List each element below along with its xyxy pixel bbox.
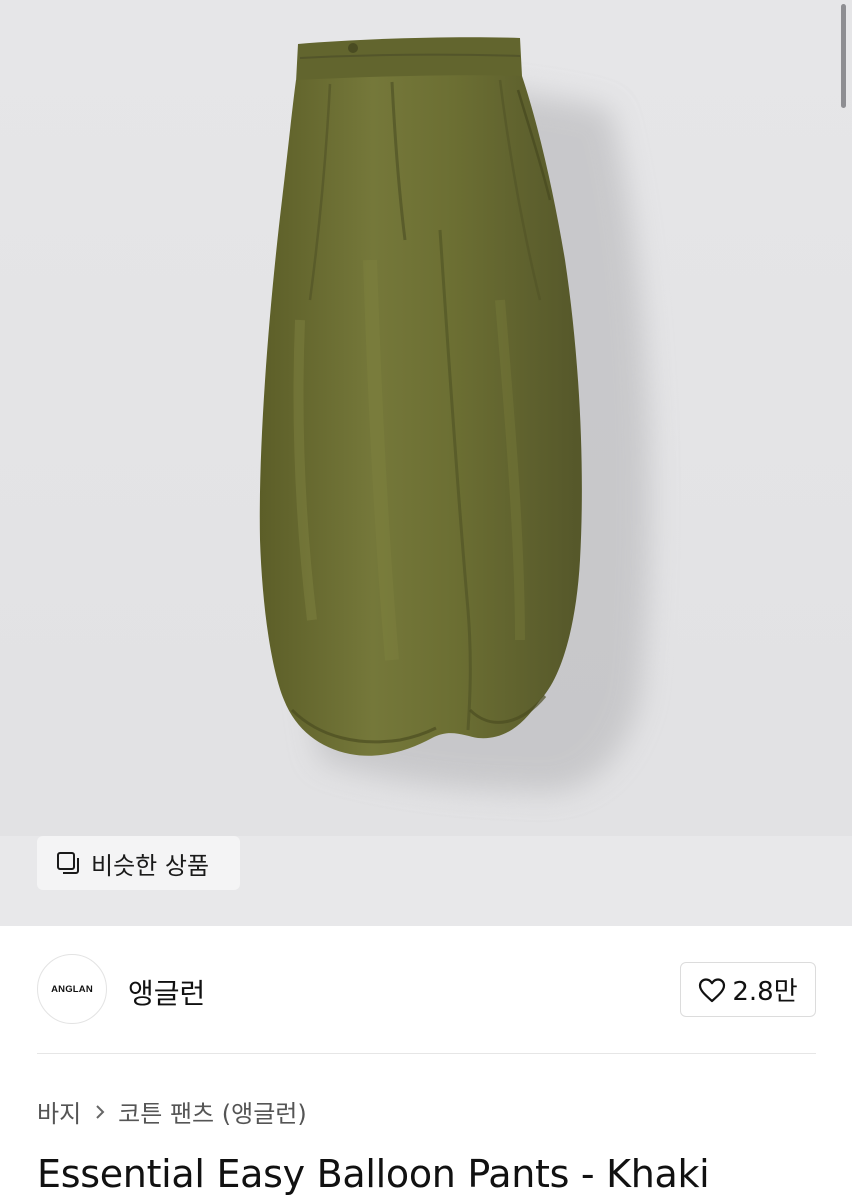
breadcrumb-item-subcategory[interactable]: 코튼 팬츠 (앵글런) bbox=[118, 1094, 307, 1129]
brand-row: ANGLAN 앵글런 2.8만 bbox=[37, 954, 816, 1026]
breadcrumb: 바지 코튼 팬츠 (앵글런) bbox=[37, 1094, 307, 1129]
product-title: Essential Easy Balloon Pants - Khaki bbox=[37, 1152, 710, 1196]
scrollbar[interactable] bbox=[841, 4, 846, 108]
heart-icon bbox=[699, 977, 726, 1002]
similar-products-label: 비슷한 상품 bbox=[91, 851, 210, 880]
breadcrumb-item-category[interactable]: 바지 bbox=[37, 1094, 81, 1129]
brand-logo-text: ANGLAN bbox=[51, 983, 93, 995]
chevron-right-icon bbox=[95, 1104, 105, 1120]
similar-items-icon bbox=[57, 852, 79, 874]
divider bbox=[37, 1053, 816, 1054]
brand-name[interactable]: 앵글런 bbox=[128, 972, 205, 1012]
product-image[interactable] bbox=[0, 0, 852, 926]
similar-products-button[interactable]: 비슷한 상품 bbox=[37, 836, 240, 890]
like-button[interactable]: 2.8만 bbox=[680, 962, 816, 1017]
like-count: 2.8만 bbox=[732, 977, 798, 1007]
brand-logo[interactable]: ANGLAN bbox=[37, 954, 107, 1024]
product-image-area: 비슷한 상품 bbox=[0, 0, 852, 926]
